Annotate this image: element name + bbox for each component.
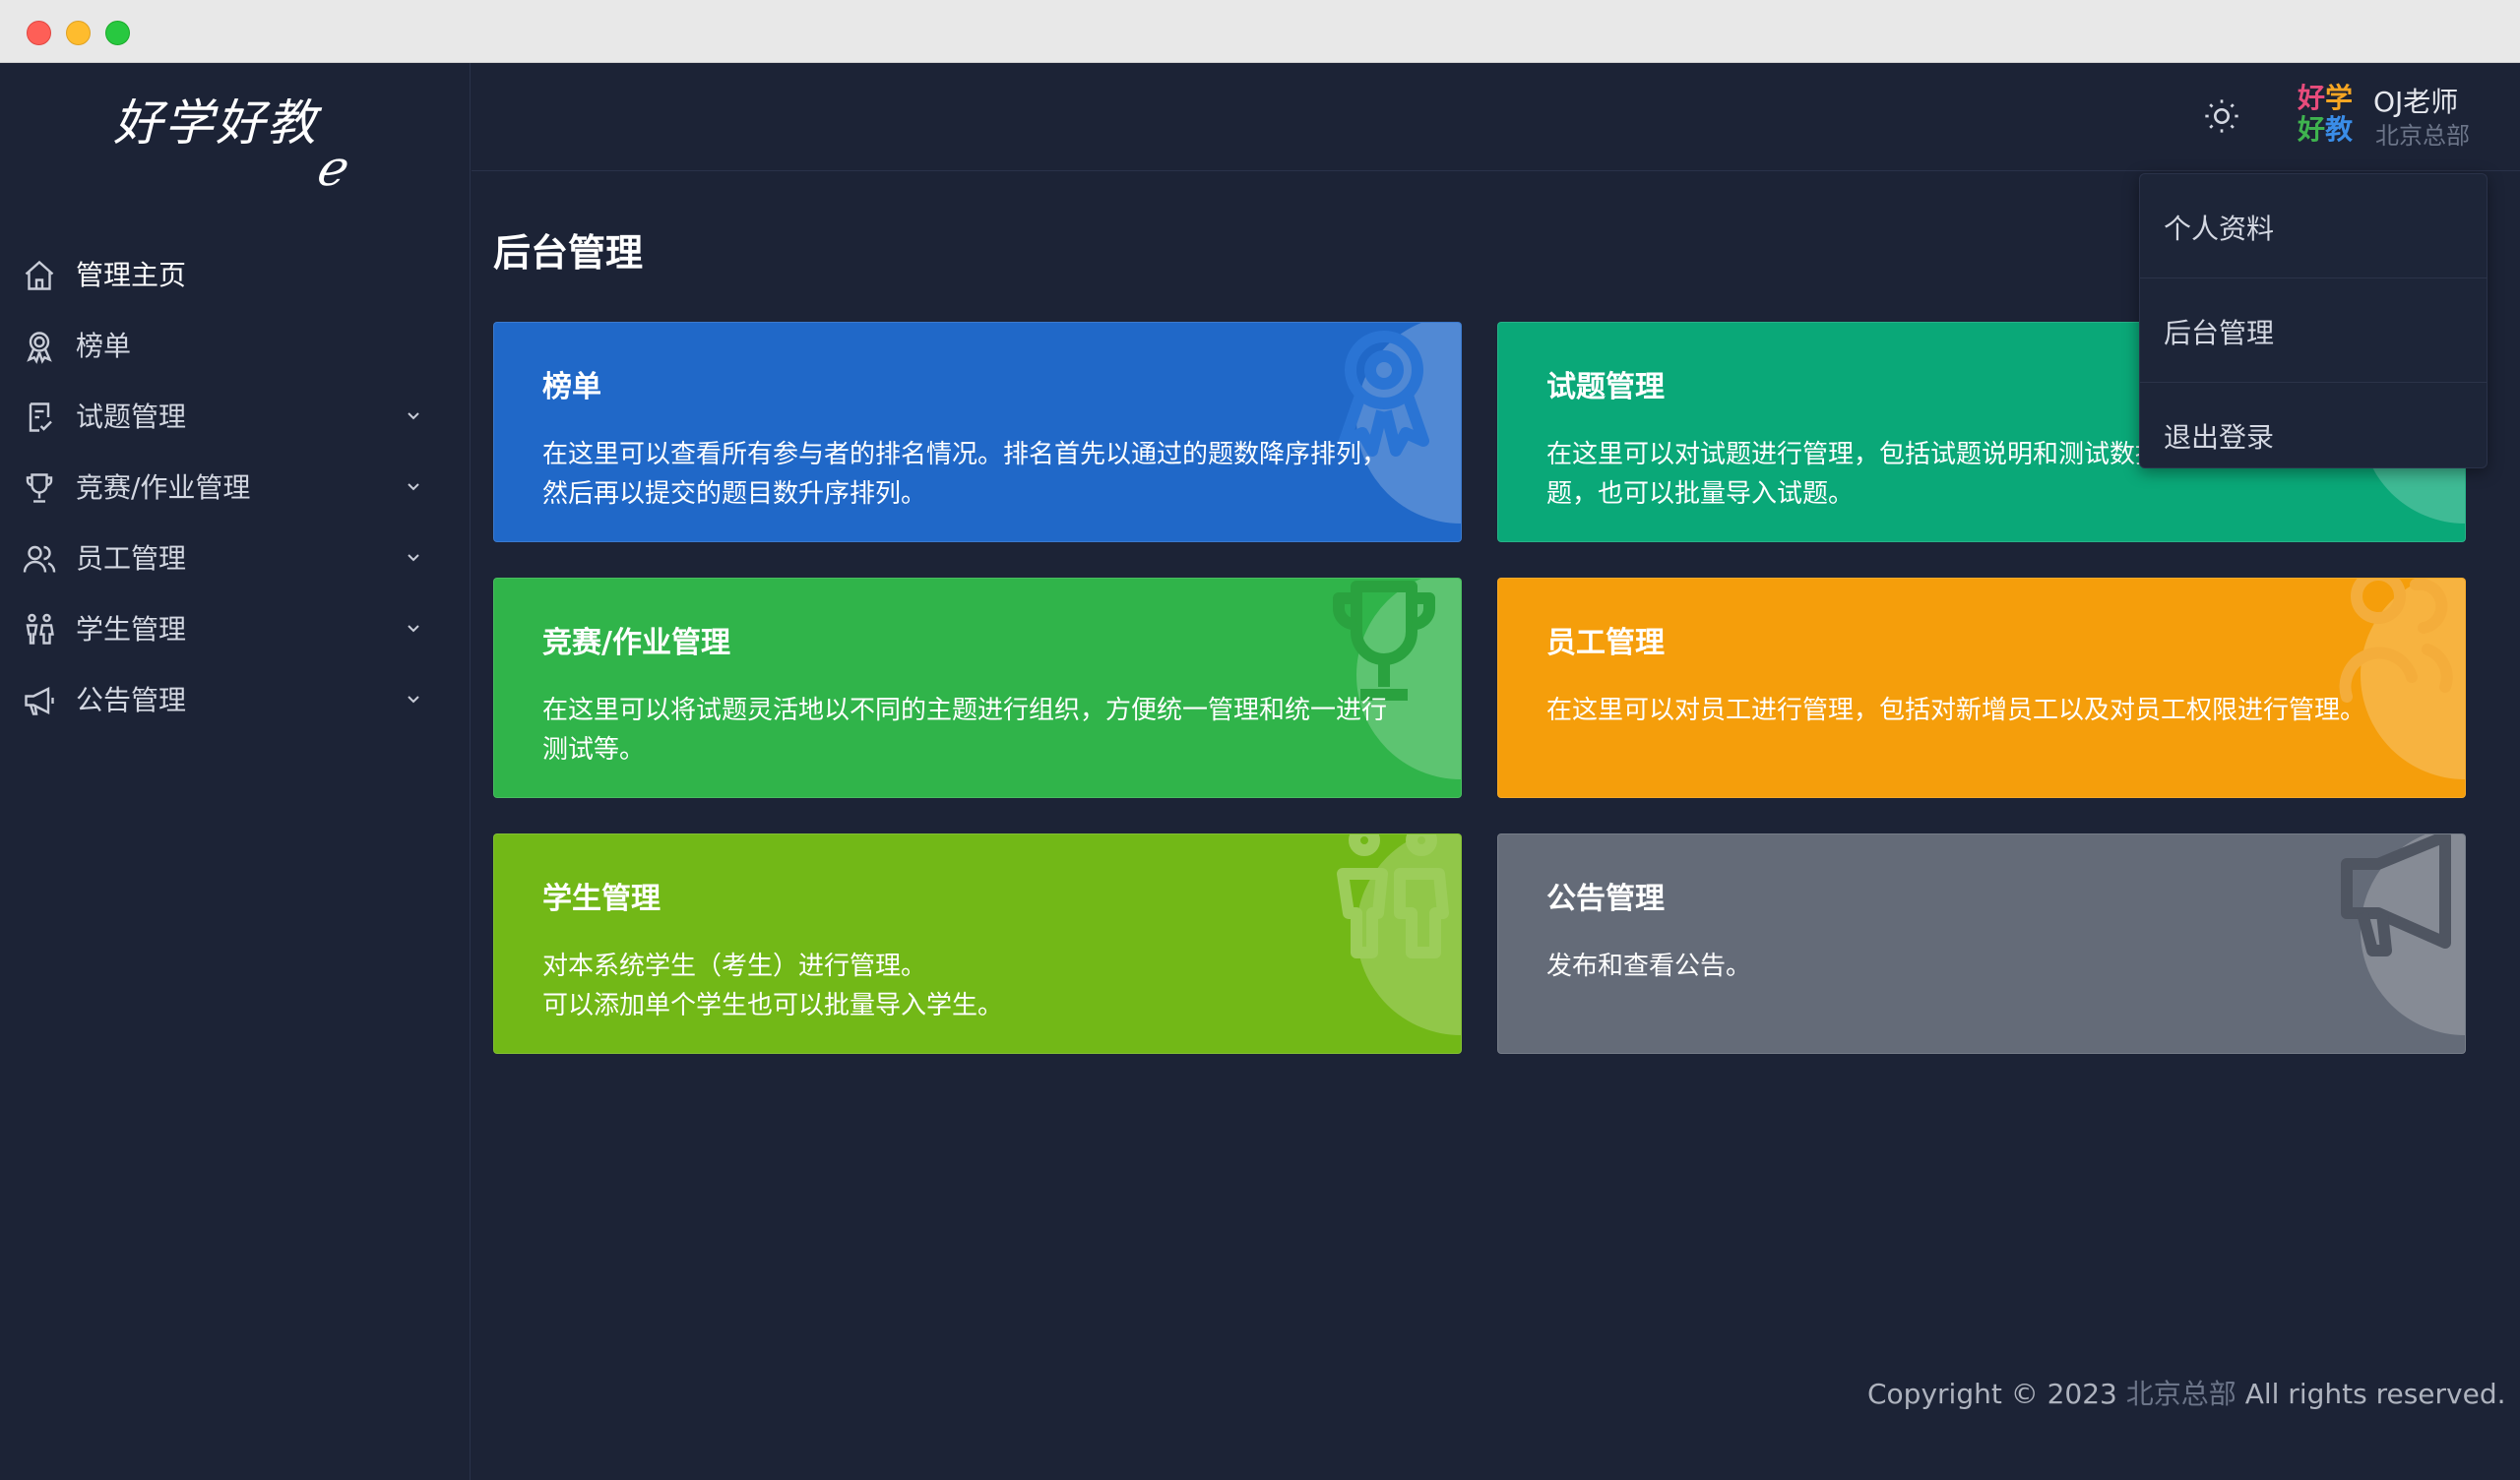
card-title: 竞赛/作业管理 — [542, 626, 730, 660]
card-title: 试题管理 — [1546, 370, 1665, 404]
card-description-line: 对本系统学生（考生）进行管理。 — [542, 952, 927, 981]
page-title: 后台管理 — [493, 231, 644, 275]
card-announcements[interactable]: 公告管理 发布和查看公告。 — [1497, 833, 2466, 1054]
megaphone-icon — [22, 683, 57, 718]
user-dropdown-menu: 个人资料 后台管理 退出登录 — [2139, 173, 2488, 468]
sidebar-item-contests[interactable]: 竞赛/作业管理 — [0, 451, 471, 522]
menu-item-logout[interactable]: 退出登录 — [2140, 383, 2487, 487]
sidebar-item-staff[interactable]: 员工管理 — [0, 522, 471, 592]
logo-text: 好学好教 — [113, 94, 318, 152]
sidebar-item-home[interactable]: 管理主页 — [0, 238, 471, 309]
logo-flourish: ℯ — [315, 140, 346, 197]
trophy-icon — [22, 470, 57, 506]
user-name[interactable]: OJ老师 — [2373, 81, 2458, 120]
users-icon — [22, 541, 57, 577]
close-window-button[interactable] — [27, 21, 51, 45]
footer-copyright: Copyright © 2023 北京总部 All rights reserve… — [1867, 1373, 2506, 1412]
sidebar-item-students[interactable]: 学生管理 — [0, 592, 471, 663]
chevron-down-icon — [408, 696, 419, 704]
card-staff[interactable]: 员工管理 在这里可以对员工进行管理，包括对新增员工以及对员工权限进行管理。 — [1497, 578, 2466, 798]
card-title: 榜单 — [542, 370, 601, 404]
award-icon — [22, 329, 57, 364]
card-title: 学生管理 — [542, 882, 661, 916]
card-students[interactable]: 学生管理 对本系统学生（考生）进行管理。 可以添加单个学生也可以批量导入学生。 — [493, 833, 1462, 1054]
chevron-down-icon — [408, 412, 419, 420]
card-title: 员工管理 — [1546, 626, 1665, 660]
sidebar-item-label: 榜单 — [76, 330, 132, 362]
chevron-down-icon — [408, 625, 419, 633]
sidebar-item-problems[interactable]: 试题管理 — [0, 380, 471, 451]
logo[interactable]: 好学好教 ℯ — [113, 89, 345, 197]
app-window: 好学好教 ℯ 管理主页 榜单 试题管理 竞赛/作业管理 员工管理 学生管理 公告… — [0, 0, 2520, 1480]
menu-item-profile[interactable]: 个人资料 — [2140, 174, 2487, 278]
window-titlebar — [0, 0, 2520, 63]
card-description: 在这里可以对员工进行管理，包括对新增员工以及对员工权限进行管理。 — [1546, 696, 2366, 725]
card-description: 发布和查看公告。 — [1546, 952, 1752, 981]
menu-item-label: 个人资料 — [2164, 213, 2275, 245]
card-description: 在这里可以查看所有参与者的排名情况。排名首先以通过的题数降序排列，然后再以提交的… — [542, 440, 1388, 509]
card-description: 对本系统学生（考生）进行管理。 可以添加单个学生也可以批量导入学生。 — [542, 947, 1409, 1025]
sun-icon[interactable] — [2202, 96, 2241, 136]
footer-prefix: Copyright © 2023 — [1867, 1378, 2126, 1410]
chevron-down-icon — [408, 483, 419, 491]
minimize-window-button[interactable] — [66, 21, 91, 45]
card-ranking[interactable]: 榜单 在这里可以查看所有参与者的排名情况。排名首先以通过的题数降序排列，然后再以… — [493, 322, 1462, 542]
sidebar-item-label: 竞赛/作业管理 — [76, 471, 251, 504]
footer-org-link[interactable]: 北京总部 — [2126, 1378, 2236, 1410]
card-description-line: 可以添加单个学生也可以批量导入学生。 — [542, 991, 1004, 1020]
card-contests[interactable]: 竞赛/作业管理 在这里可以将试题灵活地以不同的主题进行组织，方便统一管理和统一进… — [493, 578, 1462, 798]
students-icon — [22, 612, 57, 648]
sidebar-item-label: 学生管理 — [76, 613, 187, 646]
sidebar-nav: 管理主页 榜单 试题管理 竞赛/作业管理 员工管理 学生管理 公告管理 — [0, 238, 471, 734]
card-description: 在这里可以将试题灵活地以不同的主题进行组织，方便统一管理和统一进行测试等。 — [542, 696, 1388, 765]
menu-item-label: 后台管理 — [2164, 317, 2275, 349]
menu-item-admin[interactable]: 后台管理 — [2140, 278, 2487, 383]
sidebar-item-label: 管理主页 — [76, 259, 187, 291]
user-org: 北京总部 — [2375, 122, 2470, 150]
home-icon — [22, 258, 57, 293]
top-header: 好学 好教 OJ老师 北京总部 — [472, 63, 2520, 171]
footer-suffix: All rights reserved. — [2236, 1378, 2506, 1410]
sidebar-item-label: 试题管理 — [76, 401, 187, 433]
sidebar: 好学好教 ℯ 管理主页 榜单 试题管理 竞赛/作业管理 员工管理 学生管理 公告… — [0, 63, 471, 1480]
document-icon — [22, 400, 57, 435]
maximize-window-button[interactable] — [105, 21, 130, 45]
menu-item-label: 退出登录 — [2164, 421, 2275, 454]
avatar[interactable]: 好学 好教 — [2291, 83, 2360, 152]
card-title: 公告管理 — [1546, 882, 1665, 916]
sidebar-item-announcements[interactable]: 公告管理 — [0, 663, 471, 734]
sidebar-item-ranking[interactable]: 榜单 — [0, 309, 471, 380]
chevron-down-icon — [408, 554, 419, 562]
sidebar-item-label: 公告管理 — [76, 684, 187, 716]
sidebar-item-label: 员工管理 — [76, 542, 187, 575]
